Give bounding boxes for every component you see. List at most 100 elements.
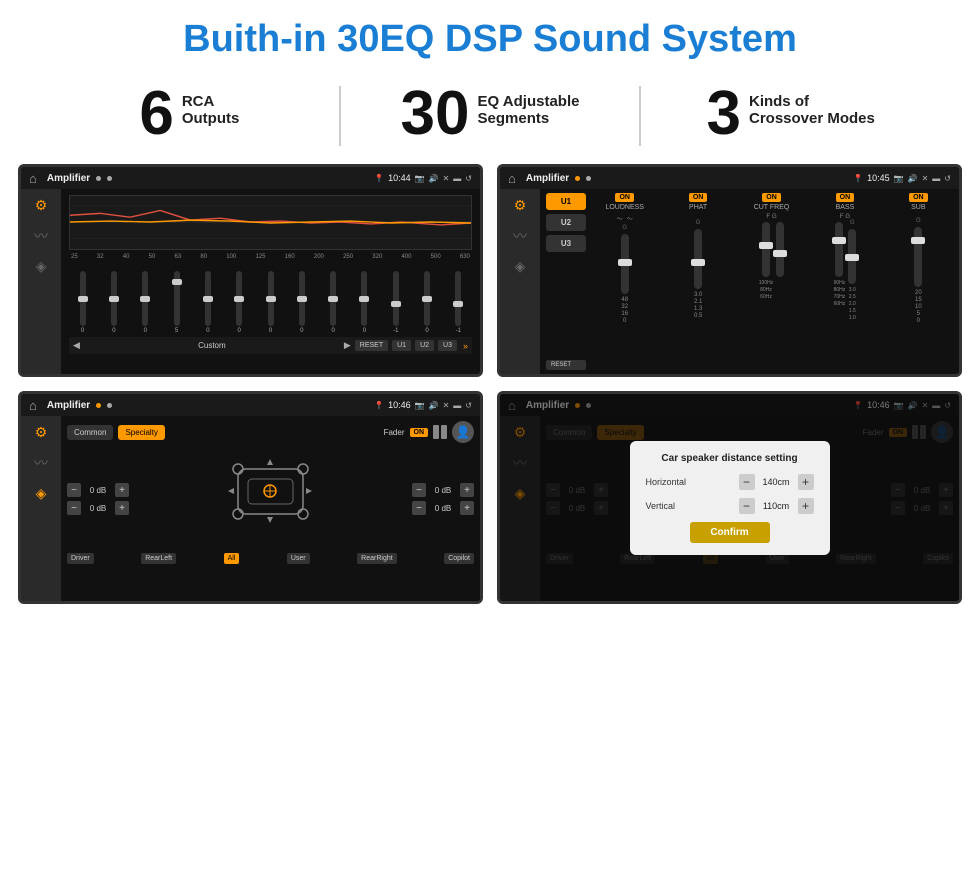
volume-icon-3: 🔊 <box>429 401 439 410</box>
fader-right-controls: − 0 dB + − 0 dB + <box>412 483 474 515</box>
eq-track-6[interactable] <box>268 271 274 326</box>
car-diagram <box>223 449 318 549</box>
loudness-slider[interactable] <box>621 234 629 294</box>
fader-main-panel: Common Specialty Fader ON 👤 − 0 dB <box>61 416 480 601</box>
bass-slider-g[interactable] <box>848 229 856 284</box>
db-plus-1[interactable]: + <box>115 483 129 497</box>
eq-next-button[interactable]: ▶ <box>344 340 351 351</box>
fader-tune-icon[interactable]: ⚙ <box>35 424 48 441</box>
sub-slider[interactable] <box>914 227 922 287</box>
eq-u1-button[interactable]: U1 <box>392 340 411 351</box>
eq-speaker-icon[interactable]: ◈ <box>36 258 47 275</box>
back-icon[interactable]: ↺ <box>465 174 472 183</box>
bass-slider-f[interactable] <box>835 222 843 277</box>
home-icon-2[interactable]: ⌂ <box>508 171 516 186</box>
eq-track-3[interactable] <box>174 271 180 326</box>
eq-prev-button[interactable]: ◀ <box>73 340 80 351</box>
confirm-button[interactable]: Confirm <box>690 522 770 543</box>
crossover-tune-icon[interactable]: ⚙ <box>514 197 527 214</box>
back-icon-2[interactable]: ↺ <box>944 174 951 183</box>
eq-track-8[interactable] <box>330 271 336 326</box>
eq-sliders: 0 0 0 5 0 <box>69 264 472 334</box>
db-plus-3[interactable]: + <box>460 483 474 497</box>
fader-wave-icon[interactable]: 〰 <box>34 453 48 473</box>
cutfreq-slider-f[interactable] <box>762 222 770 277</box>
fader-screen-title: Amplifier <box>47 400 90 411</box>
eq-wave-icon[interactable]: 〰 <box>34 226 48 246</box>
fader-tab-specialty[interactable]: Specialty <box>118 425 164 440</box>
fader-left-controls: − 0 dB + − 0 dB + <box>67 483 129 515</box>
rearright-button[interactable]: RearRight <box>357 553 397 564</box>
horizontal-control: − 140cm + <box>739 474 814 490</box>
camera-icon-2: 📷 <box>894 174 904 183</box>
db-minus-4[interactable]: − <box>412 501 426 515</box>
loudness-on[interactable]: ON <box>615 193 634 202</box>
horizontal-minus[interactable]: − <box>739 474 755 490</box>
driver-button[interactable]: Driver <box>67 553 94 564</box>
bass-label: BASS <box>836 204 855 211</box>
status-indicator-5 <box>96 403 101 408</box>
close-icon-3: ✕ <box>443 401 450 410</box>
preset-u2[interactable]: U2 <box>546 214 586 231</box>
fader-tab-common[interactable]: Common <box>67 425 113 440</box>
fader-on-badge[interactable]: ON <box>410 428 429 437</box>
fader-speaker-icon[interactable]: ◈ <box>36 485 47 502</box>
crossover-wave-icon[interactable]: 〰 <box>513 226 527 246</box>
horizontal-value: 140cm <box>759 477 794 487</box>
db-minus-3[interactable]: − <box>412 483 426 497</box>
freq-32: 32 <box>97 254 104 260</box>
eq-reset-button[interactable]: RESET <box>355 340 388 351</box>
sub-on[interactable]: ON <box>909 193 928 202</box>
eq-more-icon[interactable]: » <box>463 341 468 351</box>
eq-track-12[interactable] <box>455 271 461 326</box>
copilot-button[interactable]: Copilot <box>444 553 474 564</box>
db-minus-1[interactable]: − <box>67 483 81 497</box>
all-button[interactable]: All <box>224 553 240 564</box>
eq-track-5[interactable] <box>236 271 242 326</box>
db-control-4: − 0 dB + <box>412 501 474 515</box>
freq-40: 40 <box>123 254 130 260</box>
phat-slider[interactable] <box>694 229 702 289</box>
eq-u2-button[interactable]: U2 <box>415 340 434 351</box>
location-icon-2: 📍 <box>853 174 863 183</box>
eq-track-4[interactable] <box>205 271 211 326</box>
eq-main-panel: 25 32 40 50 63 80 100 125 160 200 250 32… <box>61 189 480 374</box>
cutfreq-slider-g[interactable] <box>776 222 784 277</box>
eq-track-2[interactable] <box>142 271 148 326</box>
db-minus-2[interactable]: − <box>67 501 81 515</box>
eq-track-11[interactable] <box>424 271 430 326</box>
dialog-screen: ⌂ Amplifier 📍 10:46 📷 🔊 ✕ ▬ ↺ ⚙ 〰 ◈ <box>497 391 962 604</box>
eq-track-10[interactable] <box>393 271 399 326</box>
cutfreq-on[interactable]: ON <box>762 193 781 202</box>
phat-on[interactable]: ON <box>689 193 708 202</box>
bass-on[interactable]: ON <box>836 193 855 202</box>
rearleft-button[interactable]: RearLeft <box>141 553 176 564</box>
eq-tune-icon[interactable]: ⚙ <box>35 197 48 214</box>
db-plus-4[interactable]: + <box>460 501 474 515</box>
home-icon-3[interactable]: ⌂ <box>29 398 37 413</box>
back-icon-3[interactable]: ↺ <box>465 401 472 410</box>
db-control-1: − 0 dB + <box>67 483 129 497</box>
eq-track-0[interactable] <box>80 271 86 326</box>
eq-track-9[interactable] <box>361 271 367 326</box>
profile-icon[interactable]: 👤 <box>452 421 474 443</box>
camera-icon: 📷 <box>415 174 425 183</box>
db-plus-2[interactable]: + <box>115 501 129 515</box>
crossover-reset-button[interactable]: RESET <box>546 360 586 370</box>
fader-bottom-bar: Driver RearLeft All User RearRight Copil… <box>67 553 474 564</box>
vertical-plus[interactable]: + <box>798 498 814 514</box>
vertical-minus[interactable]: − <box>739 498 755 514</box>
crossover-presets: U1 U2 U3 RESET <box>546 193 586 370</box>
eq-track-1[interactable] <box>111 271 117 326</box>
stat-rca-line2: Outputs <box>182 110 240 127</box>
eq-track-7[interactable] <box>299 271 305 326</box>
eq-slider-9: 0 <box>351 271 378 334</box>
preset-u3[interactable]: U3 <box>546 235 586 252</box>
preset-u1[interactable]: U1 <box>546 193 586 210</box>
eq-u3-button[interactable]: U3 <box>438 340 457 351</box>
crossover-speaker-icon[interactable]: ◈ <box>515 258 526 275</box>
crossover-screen: ⌂ Amplifier 📍 10:45 📷 🔊 ✕ ▬ ↺ ⚙ 〰 ◈ <box>497 164 962 377</box>
home-icon[interactable]: ⌂ <box>29 171 37 186</box>
horizontal-plus[interactable]: + <box>798 474 814 490</box>
user-button[interactable]: User <box>287 553 310 564</box>
